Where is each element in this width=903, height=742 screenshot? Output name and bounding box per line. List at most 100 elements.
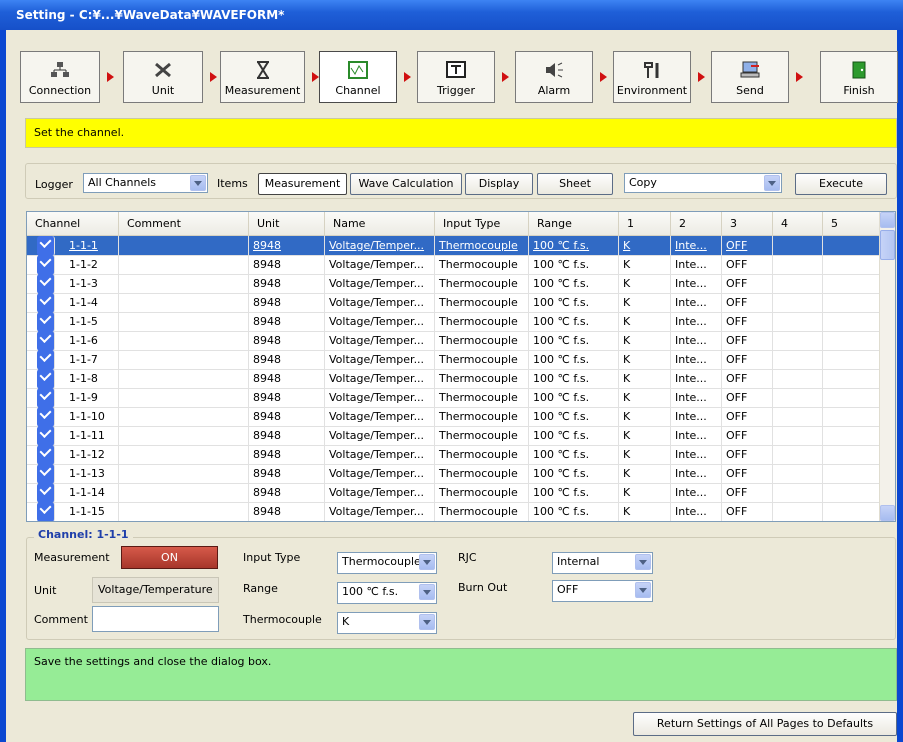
table-cell[interactable]: 100 ℃ f.s. [529,331,619,351]
table-cell[interactable]: 1-1-14 [65,483,119,503]
table-cell[interactable]: Thermocouple [435,483,529,503]
table-cell[interactable] [773,369,823,389]
table-cell[interactable]: K [619,293,671,313]
table-cell[interactable]: 1-1-8 [65,369,119,389]
table-cell[interactable]: 1-1-15 [65,502,119,521]
table-cell[interactable]: Thermocouple [435,236,529,256]
table-cell[interactable]: Thermocouple [435,274,529,294]
table-cell[interactable] [119,369,249,389]
table-cell[interactable]: OFF [722,464,773,484]
table-cell[interactable]: K [619,369,671,389]
table-cell[interactable]: K [619,331,671,351]
table-cell[interactable]: OFF [722,369,773,389]
table-cell[interactable]: 1-1-13 [65,464,119,484]
channel-checkbox[interactable] [37,464,55,484]
column-header[interactable]: 5 [823,212,880,236]
table-cell[interactable]: K [619,236,671,256]
table-cell[interactable]: Inte... [671,293,722,313]
table-cell[interactable]: 100 ℃ f.s. [529,312,619,332]
table-cell[interactable]: Inte... [671,426,722,446]
table-cell[interactable]: 8948 [249,274,325,294]
channel-checkbox[interactable] [37,274,55,294]
table-cell[interactable]: Voltage/Temper... [325,369,435,389]
table-cell[interactable] [823,369,880,389]
channel-checkbox[interactable] [37,483,55,503]
tab-measurement[interactable]: Measurement [258,173,347,195]
table-row[interactable]: 1-1-10 8948 Voltage/Temper... Thermocouple 1… [27,407,880,427]
table-cell[interactable]: 100 ℃ f.s. [529,445,619,465]
table-cell[interactable]: OFF [722,293,773,313]
table-cell[interactable]: Thermocouple [435,407,529,427]
rjc-select[interactable]: Internal [552,552,653,574]
table-cell[interactable] [773,426,823,446]
table-cell[interactable]: 100 ℃ f.s. [529,255,619,275]
table-cell[interactable] [773,255,823,275]
channel-checkbox[interactable] [37,255,55,275]
table-row[interactable]: 1-1-11 8948 Voltage/Temper... Thermocouple 1… [27,426,880,446]
burnout-select[interactable]: OFF [552,580,653,602]
step-measurement-button[interactable]: Measurement [220,51,305,103]
table-cell[interactable] [823,445,880,465]
table-cell[interactable]: Inte... [671,331,722,351]
table-cell[interactable]: OFF [722,445,773,465]
table-cell[interactable]: Voltage/Temper... [325,331,435,351]
scroll-up-icon[interactable] [880,212,895,228]
table-cell[interactable]: Voltage/Temper... [325,312,435,332]
table-cell[interactable] [823,502,880,521]
table-cell[interactable]: 8948 [249,388,325,408]
table-cell[interactable] [119,255,249,275]
table-cell[interactable]: Thermocouple [435,464,529,484]
table-cell[interactable]: Voltage/Temper... [325,445,435,465]
channel-checkbox[interactable] [37,350,55,370]
table-row[interactable]: 1-1-4 8948 Voltage/Temper... Thermocouple 10… [27,293,880,313]
channel-checkbox[interactable] [37,445,55,465]
table-cell[interactable]: 100 ℃ f.s. [529,236,619,256]
table-cell[interactable]: Inte... [671,407,722,427]
measurement-toggle[interactable]: ON [121,546,218,569]
column-header[interactable]: Channel [27,212,119,236]
scroll-thumb[interactable] [880,230,895,260]
column-header[interactable]: 2 [671,212,722,236]
step-connection-button[interactable]: Connection [20,51,100,103]
table-cell[interactable]: 1-1-2 [65,255,119,275]
table-cell[interactable]: K [619,407,671,427]
table-cell[interactable] [823,407,880,427]
step-send-button[interactable]: Send [711,51,789,103]
column-header[interactable]: 4 [773,212,823,236]
table-cell[interactable] [119,445,249,465]
table-cell[interactable]: Voltage/Temper... [325,502,435,521]
table-cell[interactable] [773,407,823,427]
table-cell[interactable]: 8948 [249,350,325,370]
action-select[interactable]: Copy [624,173,782,193]
table-cell[interactable]: K [619,350,671,370]
table-cell[interactable]: 8948 [249,312,325,332]
table-cell[interactable]: 8948 [249,331,325,351]
table-cell[interactable]: K [619,445,671,465]
table-cell[interactable] [823,312,880,332]
table-cell[interactable] [823,255,880,275]
table-cell[interactable]: Inte... [671,350,722,370]
table-cell[interactable]: Thermocouple [435,502,529,521]
table-row[interactable]: 1-1-3 8948 Voltage/Temper... Thermocouple 10… [27,274,880,294]
table-cell[interactable]: Inte... [671,312,722,332]
table-cell[interactable]: 1-1-10 [65,407,119,427]
table-cell[interactable]: 100 ℃ f.s. [529,369,619,389]
table-row[interactable]: 1-1-5 8948 Voltage/Temper... Thermocouple 10… [27,312,880,332]
table-cell[interactable]: 8948 [249,502,325,521]
table-cell[interactable] [773,388,823,408]
table-cell[interactable]: 100 ℃ f.s. [529,502,619,521]
column-header[interactable]: 1 [619,212,671,236]
table-cell[interactable]: Thermocouple [435,350,529,370]
table-cell[interactable] [823,350,880,370]
channel-checkbox[interactable] [37,426,55,446]
tab-wave-calculation[interactable]: Wave Calculation [350,173,462,195]
table-scrollbar[interactable] [879,212,895,521]
column-header[interactable]: Input Type [435,212,529,236]
table-cell[interactable]: Voltage/Temper... [325,255,435,275]
table-cell[interactable]: 1-1-1 [65,236,119,256]
table-cell[interactable] [773,445,823,465]
range-select[interactable]: 100 ℃ f.s. [337,582,437,604]
channel-checkbox[interactable] [37,293,55,313]
table-cell[interactable]: Thermocouple [435,369,529,389]
table-cell[interactable]: Thermocouple [435,426,529,446]
